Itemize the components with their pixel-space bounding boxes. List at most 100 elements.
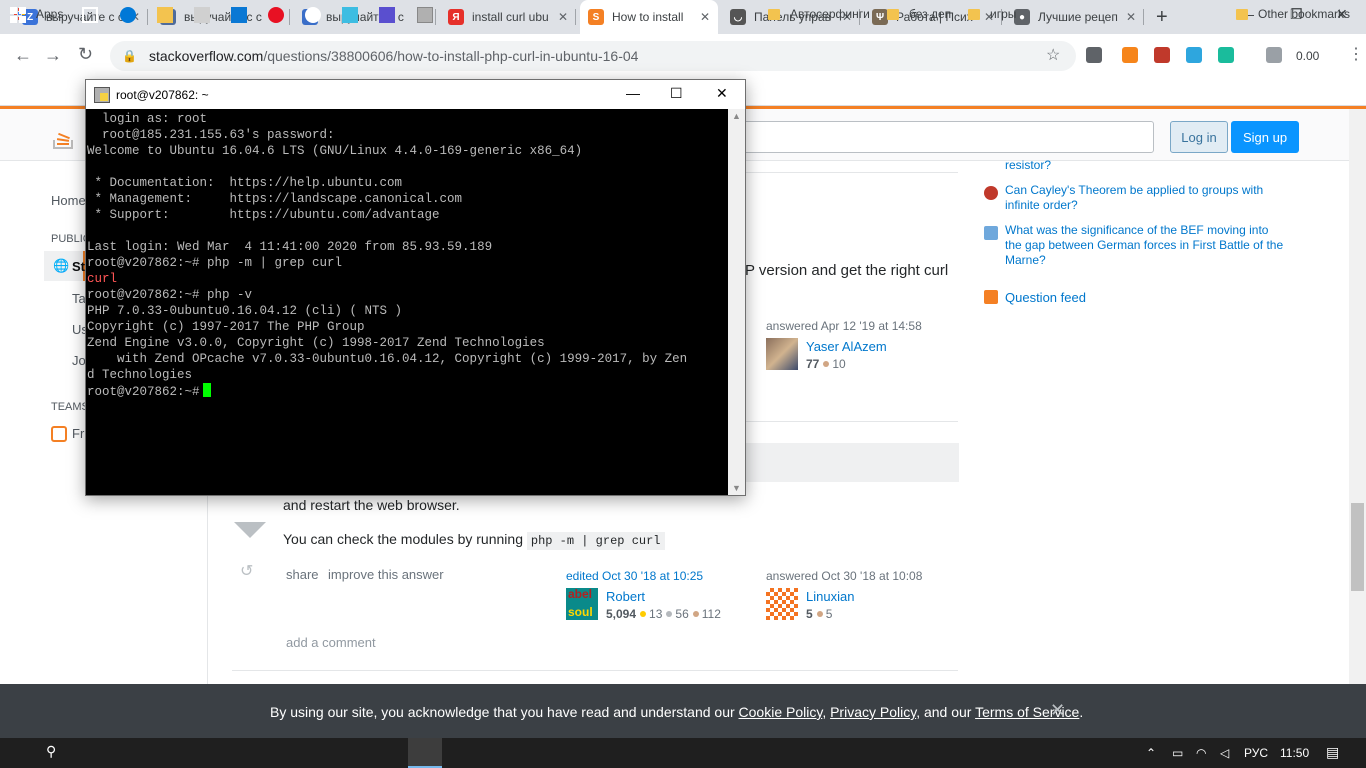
tray-chevron-icon[interactable]: ⌃ xyxy=(1146,746,1156,760)
history-icon[interactable]: ↺ xyxy=(240,561,253,581)
tab-close-icon[interactable]: ✕ xyxy=(700,10,710,24)
browser-tab[interactable]: S How to install ✕ xyxy=(580,0,718,34)
browser-tab[interactable]: Яinstall curl ubu ✕ xyxy=(440,0,576,34)
putty-taskbar-icon[interactable] xyxy=(417,7,433,23)
new-tab-button[interactable]: + xyxy=(1156,6,1168,29)
improve-answer-link[interactable]: improve this answer xyxy=(328,567,444,582)
page-scrollbar[interactable] xyxy=(1349,109,1366,684)
extension-red-icon[interactable] xyxy=(1154,47,1170,63)
nav-teams-heading: TEAMS xyxy=(51,401,89,413)
putty-titlebar[interactable]: root@v207862: ~ xyxy=(86,80,745,109)
tab-favicon-icon: ◡ xyxy=(730,9,746,25)
task-view-icon[interactable] xyxy=(82,7,98,23)
vote-down-icon[interactable] xyxy=(234,522,266,538)
opera-icon[interactable] xyxy=(268,7,284,23)
wifi-icon[interactable]: ◠ xyxy=(1196,746,1206,760)
windows-taskbar xyxy=(0,738,1366,768)
terminal-line: * Management: https://landscape.canonica… xyxy=(87,192,463,206)
keyboard-language[interactable]: РУС xyxy=(1244,746,1268,760)
extension-gear-icon[interactable] xyxy=(1218,47,1234,63)
terminal-line: login as: root xyxy=(87,112,208,126)
answer2-editor[interactable]: Robert xyxy=(606,589,645,604)
question-feed-link[interactable]: Question feed xyxy=(1005,290,1285,305)
close-banner-icon[interactable]: ✕ xyxy=(1050,700,1065,721)
hot-question-link[interactable]: resistor? xyxy=(1005,158,1285,173)
hot-question-link[interactable]: Can Cayley's Theorem be applied to group… xyxy=(1005,183,1285,213)
share-link[interactable]: share xyxy=(286,567,319,582)
scroll-up-icon[interactable]: ▲ xyxy=(732,111,741,121)
app-floppy-icon[interactable] xyxy=(379,7,395,23)
battery-icon[interactable]: ▭ xyxy=(1172,746,1183,760)
terminal-scrollbar[interactable]: ▲ ▼ xyxy=(728,109,745,495)
address-bar[interactable]: 🔒 stackoverflow.com /questions/38800606/… xyxy=(110,41,1076,71)
windows-start-icon[interactable] xyxy=(10,7,26,23)
signup-button[interactable]: Sign up xyxy=(1231,121,1299,153)
silver-badge-icon xyxy=(666,611,673,618)
extension-counter-icon[interactable] xyxy=(1266,47,1282,63)
metamask-icon[interactable] xyxy=(1122,47,1138,63)
bookmark-other[interactable]: Other bookmarks xyxy=(1236,7,1350,21)
hot-question-link[interactable]: What was the significance of the BEF mov… xyxy=(1005,223,1285,268)
answer2-user[interactable]: Linuxian xyxy=(806,589,854,604)
telegram-icon[interactable] xyxy=(1186,47,1202,63)
divider xyxy=(232,670,958,671)
scroll-down-icon[interactable]: ▼ xyxy=(732,483,741,493)
extension-cube-icon[interactable] xyxy=(1086,47,1102,63)
answer2-edited-date[interactable]: edited Oct 30 '18 at 10:25 xyxy=(566,569,703,583)
nav-stackoverflow[interactable]: St xyxy=(72,259,85,274)
answer1-rep: 77 xyxy=(806,357,820,371)
stackoverflow-logo-icon[interactable] xyxy=(52,127,76,149)
back-icon[interactable]: ← xyxy=(14,45,32,66)
putty-close-icon[interactable]: ✕ xyxy=(716,85,728,102)
forward-icon[interactable]: → xyxy=(44,45,62,66)
putty-minimize-icon[interactable]: — xyxy=(626,85,640,101)
volume-icon[interactable]: ◁ xyxy=(1220,746,1229,760)
edge-icon[interactable] xyxy=(120,7,136,23)
clock[interactable]: 11:50 xyxy=(1280,746,1309,760)
nav-tags[interactable]: Ta xyxy=(72,291,86,306)
add-comment-link[interactable]: add a comment xyxy=(286,635,376,650)
tab-close-icon[interactable]: ✕ xyxy=(558,10,568,24)
avatar[interactable] xyxy=(766,588,798,620)
bookmark-autosurf[interactable]: Автосерфинги xyxy=(768,7,870,21)
cookie-policy-link[interactable]: Cookie Policy xyxy=(739,704,823,720)
browser-tab[interactable]: ● Лучшие рецеп ✕ xyxy=(1006,0,1144,34)
tab-label: выручайте с с xyxy=(326,10,404,24)
search-icon[interactable]: ⚲ xyxy=(46,743,62,759)
putty-maximize-icon[interactable]: ☐ xyxy=(670,85,683,102)
tab-close-icon[interactable]: ✕ xyxy=(1126,10,1136,24)
reload-icon[interactable]: ↻ xyxy=(78,44,93,65)
file-explorer-icon[interactable] xyxy=(157,7,173,23)
privacy-policy-link[interactable]: Privacy Policy xyxy=(830,704,916,720)
store-icon[interactable] xyxy=(194,7,210,23)
putty-window[interactable]: root@v207862: ~ — ☐ ✕ login as: root roo… xyxy=(85,79,746,496)
nav-jobs[interactable]: Jo xyxy=(72,353,86,368)
avatar[interactable]: abel soul xyxy=(566,588,598,620)
login-button[interactable]: Log in xyxy=(1170,121,1228,153)
history-site-icon xyxy=(984,226,998,240)
notifications-icon[interactable]: ▤ xyxy=(1326,744,1339,761)
menu-icon[interactable]: ⋮ xyxy=(1348,44,1364,64)
yandex-browser-icon[interactable] xyxy=(305,7,321,23)
nav-home[interactable]: Home xyxy=(51,193,86,208)
answer1-user[interactable]: Yaser AlAzem xyxy=(806,339,887,354)
so-search-input[interactable] xyxy=(740,121,1154,153)
answer2-answered-date: answered Oct 30 '18 at 10:08 xyxy=(766,569,923,583)
tab-favicon-icon: ● xyxy=(1014,9,1030,25)
page-scrollbar-thumb[interactable] xyxy=(1351,503,1364,591)
teams-briefcase-icon xyxy=(51,426,67,442)
terminal-cursor xyxy=(202,383,211,397)
terminal-line: * Documentation: https://help.ubuntu.com xyxy=(87,176,403,190)
bookmark-star-icon[interactable]: ☆ xyxy=(1046,45,1060,65)
bookmark-bezdep[interactable]: без деп xyxy=(887,7,951,21)
terminal-line: root@v207862:~# php -v xyxy=(87,288,253,302)
gold-badge-icon xyxy=(640,611,647,618)
nav-free[interactable]: Fr xyxy=(72,426,84,441)
avatar[interactable] xyxy=(766,338,798,370)
mail-icon[interactable] xyxy=(231,7,247,23)
taskbar-putty-active[interactable] xyxy=(408,738,442,768)
app-cube-icon[interactable] xyxy=(342,7,358,23)
bookmark-games[interactable]: игры xyxy=(968,7,1016,21)
terminal-output[interactable]: login as: root root@185.231.155.63's pas… xyxy=(86,109,728,495)
